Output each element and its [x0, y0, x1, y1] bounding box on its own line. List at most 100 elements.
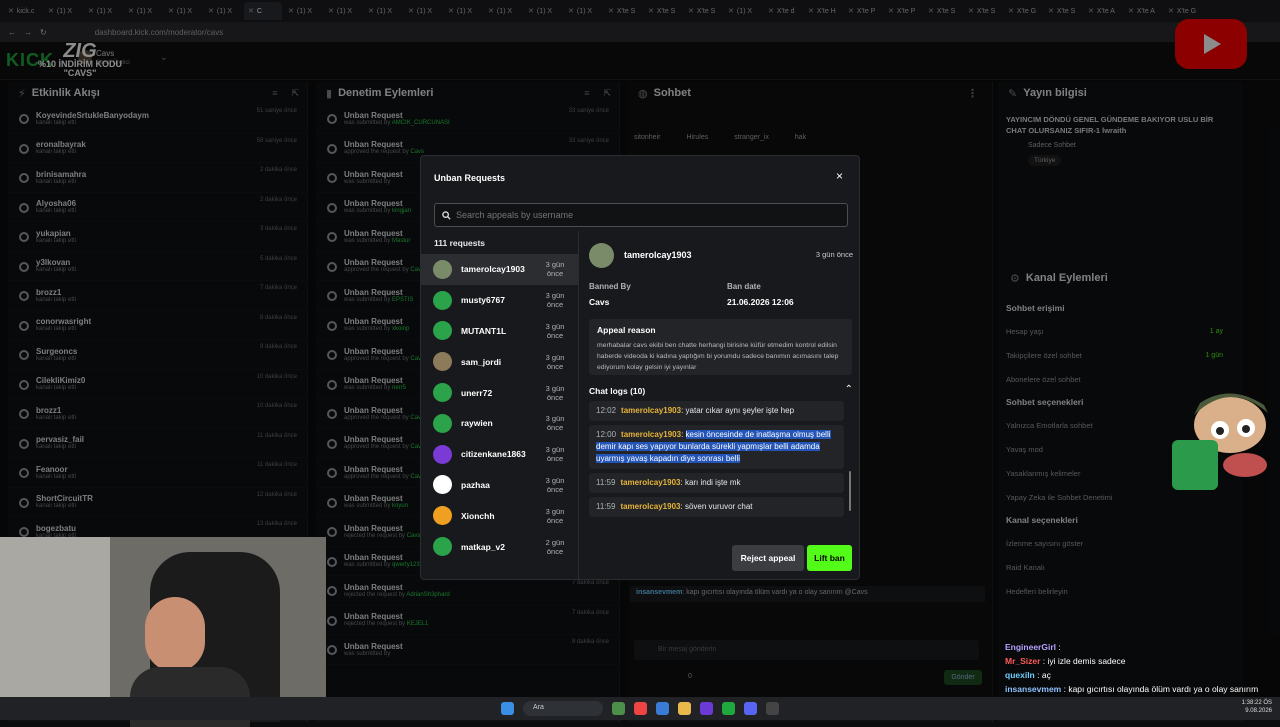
request-list-item[interactable]: musty6767 3 gün önce: [421, 285, 578, 316]
request-username: MUTANT1L: [461, 325, 507, 336]
reject-appeal-button[interactable]: Reject appeal: [732, 545, 804, 571]
request-list-item[interactable]: matkap_v2 2 gün önce: [421, 531, 578, 562]
avatar: [433, 413, 452, 433]
request-list-item[interactable]: raywien 3 gün önce: [421, 408, 578, 439]
overlay-chat-line: EngineerGirl :: [1005, 642, 1061, 652]
avatar: [433, 259, 452, 279]
request-username: matkap_v2: [461, 541, 505, 552]
overlay-chat-user: quexiln: [1005, 670, 1035, 680]
request-list-item[interactable]: Xionchh 3 gün önce: [421, 500, 578, 531]
overlay-chat-line: Mr_Sizer : iyi izle demis sadece: [1005, 656, 1126, 666]
chat-log-text: karı indi işte mk: [684, 478, 741, 487]
avatar: [433, 321, 452, 341]
request-time: 2 gün önce: [545, 537, 565, 556]
chat-log-entry: 12:02 tamerolcay1903: yatar cıkar aynı şe…: [589, 401, 844, 421]
avatar: [433, 383, 452, 403]
overlay-chat-line: quexiln : aç: [1005, 670, 1051, 680]
folder-icon[interactable]: [678, 702, 691, 715]
webcam-overlay: [0, 537, 326, 727]
chat-logs-label: Chat logs (10): [589, 386, 646, 396]
app-icon[interactable]: [766, 702, 779, 715]
search-input[interactable]: [434, 203, 848, 227]
chat-log-user: tamerolcay1903: [621, 430, 682, 439]
appeal-reason-text: merhabalar cavs ekibi ben chatte herhang…: [597, 342, 839, 371]
chat-log-user: tamerolcay1903: [621, 406, 682, 415]
request-list-item[interactable]: sam_jordi 3 gün önce: [421, 346, 578, 377]
request-time: 3 gün önce: [545, 475, 565, 494]
request-username: tamerolcay1903: [461, 264, 525, 275]
overlay-chat-user: Mr_Sizer: [1005, 656, 1041, 666]
scrollbar[interactable]: [849, 471, 851, 511]
chat-log-user: tamerolcay1903: [620, 478, 681, 487]
avatar: [433, 290, 452, 310]
avatar: [433, 537, 452, 557]
clock: 1:38:22 ÖS 9.08.2026: [1242, 699, 1272, 715]
avatar: [433, 475, 452, 495]
request-time: 3 gün önce: [545, 445, 565, 464]
windows-start-icon[interactable]: [501, 702, 514, 715]
chat-logs-list: 12:02 tamerolcay1903: yatar cıkar aynı şe…: [589, 401, 844, 541]
chat-log-time: 12:00: [596, 430, 617, 439]
request-username: musty6767: [461, 295, 505, 306]
chat-log-time: 12:02: [596, 406, 617, 415]
ban-date-label: Ban date: [727, 282, 761, 291]
webcam-person: [145, 597, 205, 672]
search-icon: [442, 210, 451, 220]
request-username: pazhaa: [461, 479, 490, 490]
lift-ban-button[interactable]: Lift ban: [807, 545, 852, 571]
request-username: unerr72: [461, 387, 493, 398]
request-time: 3 gün önce: [545, 260, 565, 279]
request-list-item[interactable]: citizenkane1863 3 gün önce: [421, 439, 578, 470]
chat-log-time: 11:59: [596, 478, 616, 487]
request-list-item[interactable]: unerr72 3 gün önce: [421, 377, 578, 408]
request-time: 3 gün önce: [545, 414, 565, 433]
chat-log-entry: 12:00 tamerolcay1903: kesin öncesinde de …: [589, 425, 844, 469]
request-list-item[interactable]: MUTANT1L 3 gün önce: [421, 316, 578, 347]
search-field[interactable]: [456, 210, 836, 220]
overlay-chat-text: iyi izle demis sadece: [1047, 656, 1126, 666]
request-list-item[interactable]: tamerolcay1903 3 gün önce: [421, 254, 578, 285]
request-time: 3 gün önce: [545, 383, 565, 402]
chevron-up-icon[interactable]: ⌃: [845, 384, 853, 395]
chat-log-text: söven vuruvor chat: [684, 502, 753, 511]
overlay-chat-user: insansevmem: [1005, 684, 1062, 694]
banned-by-value: Cavs: [589, 297, 610, 307]
request-time: 3 gün önce: [545, 506, 565, 525]
unban-requests-modal: Unban Requests × 111 requests tamerolcay…: [420, 155, 860, 581]
appeal-reason-label: Appeal reason: [597, 325, 656, 335]
spotify-icon[interactable]: [722, 702, 735, 715]
request-username: Xionchh: [461, 510, 495, 521]
app-icon[interactable]: [656, 702, 669, 715]
webcam-wall: [0, 537, 110, 720]
avatar: [433, 444, 452, 464]
ban-date-value: 21.06.2026 12:06: [727, 297, 794, 307]
clock-date: 9.08.2026: [1245, 708, 1272, 714]
taskbar: Ara 1:38:22 ÖS 9.08.2026: [0, 697, 1280, 720]
request-list-item[interactable]: pazhaa 3 gün önce: [421, 470, 578, 501]
chat-log-text: yatar cıkar aynı şeyler işte hep: [685, 406, 795, 415]
mascot-sticker: [1172, 393, 1268, 490]
close-icon[interactable]: ×: [836, 169, 843, 183]
request-count: 111 requests: [434, 238, 486, 248]
taskbar-search[interactable]: Ara: [523, 701, 603, 716]
chat-log-user: tamerolcay1903: [620, 502, 681, 511]
chat-log-time: 11:59: [596, 502, 616, 511]
avatar: [589, 243, 614, 268]
detail-username: tamerolcay1903: [624, 250, 692, 260]
chat-log-entry: 11:59 tamerolcay1903: söven vuruvor chat: [589, 497, 844, 517]
detail-time: 3 gün önce: [815, 250, 853, 259]
chrome-icon[interactable]: [634, 702, 647, 715]
appeal-reason-box: Appeal reason merhabalar cavs ekibi ben …: [589, 319, 852, 375]
avatar: [433, 352, 452, 372]
chat-log-entry: 11:59 tamerolcay1903: karı indi işte mk: [589, 473, 844, 493]
request-time: 3 gün önce: [545, 352, 565, 371]
avatar: [433, 506, 452, 526]
app-icon[interactable]: [612, 702, 625, 715]
discord-icon[interactable]: [744, 702, 757, 715]
request-username: sam_jordi: [461, 356, 502, 367]
modal-title: Unban Requests: [434, 173, 506, 183]
overlay-chat-user: EngineerGirl: [1005, 642, 1057, 652]
app-icon[interactable]: [700, 702, 713, 715]
banned-by-label: Banned By: [589, 282, 631, 291]
request-username: citizenkane1863: [461, 449, 526, 460]
